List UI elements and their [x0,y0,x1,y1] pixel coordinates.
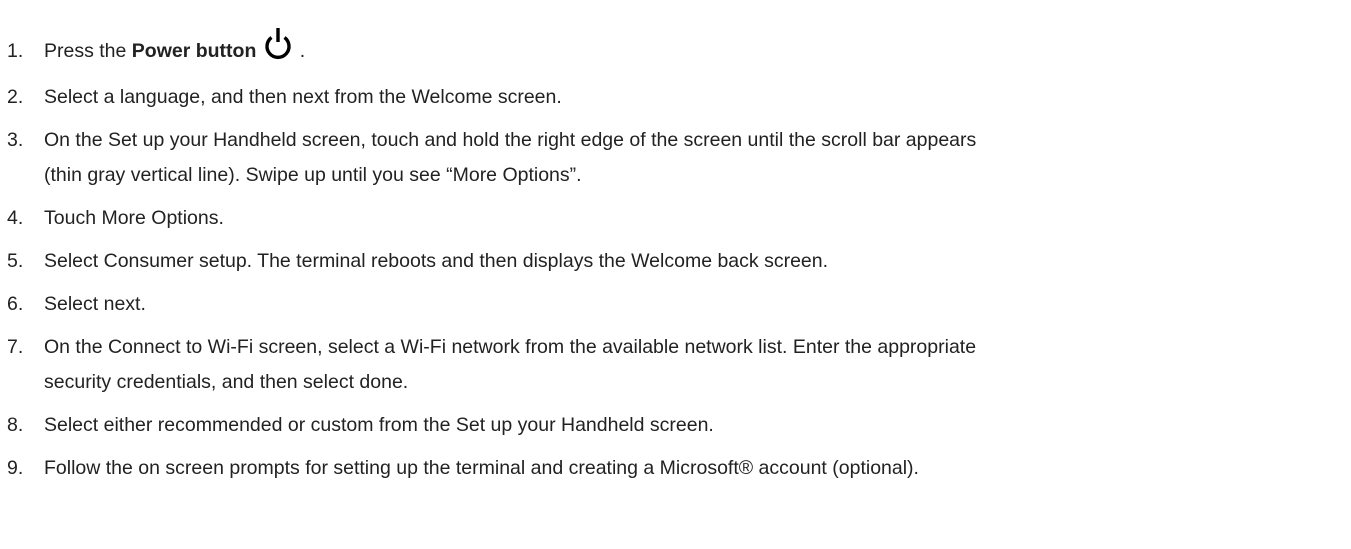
step-text: Follow the on screen prompts for setting… [44,457,919,479]
step-number: 3. [7,129,24,151]
step-number: 8. [7,414,24,436]
step-text: Touch More Options. [44,207,224,229]
step-7: 7. On the Connect to Wi-Fi screen, select… [0,330,976,364]
step-4: 4. Touch More Options. [0,201,224,235]
step-3: 3. On the Set up your Handheld screen, to… [0,123,976,157]
step-text: Select next. [44,293,146,315]
step-1: 1. Press the Power button . [0,27,305,68]
step-7-continuation: security credentials, and then select do… [44,371,409,393]
step-6: 6. Select next. [0,287,146,321]
step-number: 5. [7,250,24,272]
step-3-continuation: (thin gray vertical line). Swipe up unti… [44,164,582,186]
step-text: Select a language, and then next from th… [44,86,562,108]
step-5: 5. Select Consumer setup. The terminal re… [0,244,828,278]
instruction-list: 1. Press the Power button . 2. Select a la… [0,0,1351,549]
step-2: 2. Select a language, and then next from … [0,80,562,114]
step-text: Select Consumer setup. The terminal rebo… [44,250,829,272]
step-number: 9. [7,457,24,479]
step-8: 8. Select either recommended or custom fr… [0,408,714,442]
step-text-end: . [294,40,306,62]
step-text: Press the [44,40,132,62]
step-number: 1. [7,40,24,62]
step-number: 2. [7,86,24,108]
power-icon [265,28,292,60]
step-text: On the Connect to Wi-Fi screen, select a… [44,336,977,358]
step-number: 4. [7,207,24,229]
step-number: 7. [7,336,24,358]
power-button-label: Power button [131,40,257,62]
step-text: Select either recommended or custom from… [44,414,714,436]
step-text: On the Set up your Handheld screen, touc… [44,129,977,151]
step-number: 6. [7,293,24,315]
step-9: 9. Follow the on screen prompts for setti… [0,451,919,485]
